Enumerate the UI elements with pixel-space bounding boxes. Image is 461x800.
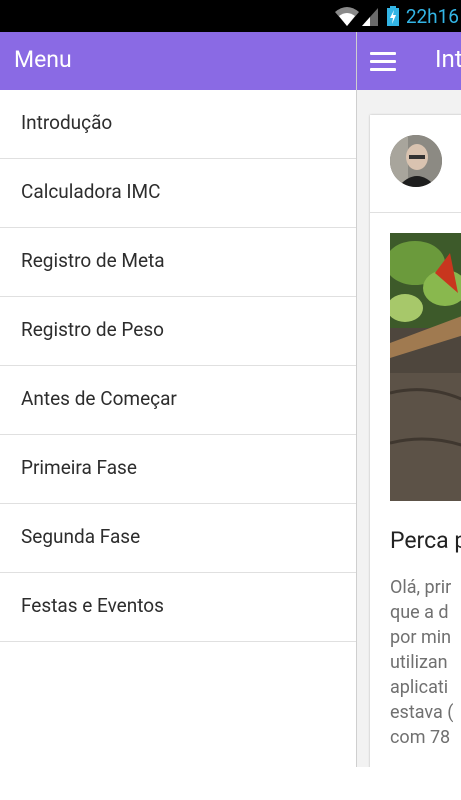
menu-item-label: Registro de Peso — [21, 318, 164, 341]
status-icons: 22h16 — [334, 0, 461, 32]
signal-icon — [361, 8, 378, 26]
menu-list: Introdução Calculadora IMC Registro de M… — [0, 90, 356, 642]
card-text-line: aplicati — [390, 677, 449, 698]
card-header — [370, 115, 461, 213]
page-title: Int — [435, 45, 461, 73]
battery-charging-icon — [386, 6, 399, 26]
menu-item-label: Introdução — [21, 111, 113, 134]
menu-item-segunda-fase[interactable]: Segunda Fase — [0, 504, 356, 573]
menu-item-label: Antes de Começar — [21, 387, 177, 410]
avatar — [390, 135, 442, 187]
menu-item-label: Primeira Fase — [21, 456, 137, 479]
card-text-line: Olá, prir — [390, 577, 452, 598]
menu-item-festas-e-eventos[interactable]: Festas e Eventos — [0, 573, 356, 642]
menu-item-registro-de-meta[interactable]: Registro de Meta — [0, 228, 356, 297]
menu-icon[interactable] — [370, 52, 396, 71]
card-text-line: por min — [390, 627, 452, 648]
drawer-title: Menu — [14, 46, 72, 73]
menu-item-registro-de-peso[interactable]: Registro de Peso — [0, 297, 356, 366]
menu-item-introducao[interactable]: Introdução — [0, 90, 356, 159]
menu-item-label: Festas e Eventos — [21, 594, 164, 617]
menu-item-label: Segunda Fase — [21, 525, 141, 548]
main-content: Int Perca p Olá, prir que a d por min ut… — [356, 32, 461, 767]
card-text: Olá, prir que a d por min utilizan aplic… — [390, 575, 461, 750]
menu-item-antes-de-comecar[interactable]: Antes de Começar — [0, 366, 356, 435]
navigation-drawer: Menu Introdução Calculadora IMC Registro… — [0, 32, 357, 767]
intro-card: Perca p Olá, prir que a d por min utiliz… — [370, 115, 461, 767]
menu-item-label: Registro de Meta — [21, 249, 165, 272]
status-bar: 22h16 — [0, 0, 461, 32]
menu-item-primeira-fase[interactable]: Primeira Fase — [0, 435, 356, 504]
card-text-line: que a d — [390, 602, 449, 623]
card-text-line: utilizan — [390, 652, 448, 673]
status-time: 22h16 — [405, 4, 459, 28]
main-toolbar: Int — [356, 32, 461, 90]
wifi-icon — [334, 7, 359, 26]
card-image — [390, 233, 461, 501]
card-title: Perca p — [390, 527, 461, 554]
menu-item-label: Calculadora IMC — [21, 180, 161, 203]
card-text-line: com 78 — [390, 727, 451, 748]
drawer-header: Menu — [0, 32, 356, 90]
menu-item-calculadora-imc[interactable]: Calculadora IMC — [0, 159, 356, 228]
card-text-line: estava ( — [390, 702, 454, 723]
